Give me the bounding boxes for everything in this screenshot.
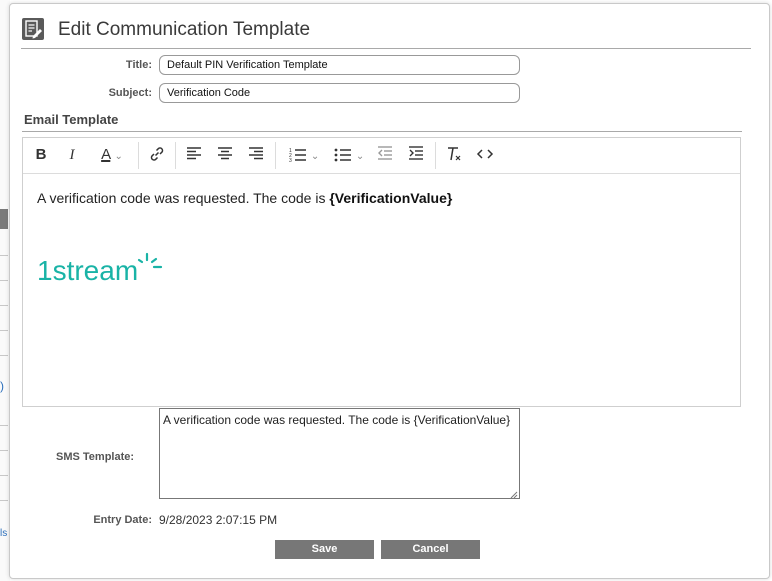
chevron-down-icon: ⌄	[114, 151, 123, 162]
toolbar-separator	[275, 142, 276, 169]
dialog-header: Edit Communication Template	[21, 14, 751, 49]
outdent-icon[interactable]	[376, 145, 394, 165]
background-row	[0, 355, 8, 356]
dialog-title: Edit Communication Template	[58, 19, 311, 40]
email-body-text[interactable]: A verification code was requested. The c…	[37, 190, 452, 206]
clear-format-icon[interactable]	[444, 145, 464, 165]
svg-text:3: 3	[289, 158, 292, 163]
background-row	[0, 330, 8, 331]
background-row	[0, 450, 8, 451]
subject-input[interactable]: Verification Code	[159, 83, 520, 103]
rich-text-editor: B I A ⌄ 123 ⌄ ⌄ A verification code was …	[22, 137, 741, 407]
title-label: Title:	[125, 59, 152, 71]
indent-icon[interactable]	[407, 145, 425, 165]
align-right-icon[interactable]	[247, 145, 265, 165]
background-row-selected	[0, 209, 8, 229]
background-row	[0, 475, 8, 476]
align-center-icon[interactable]	[216, 145, 234, 165]
subject-label: Subject:	[108, 87, 152, 99]
background-link-fragment: ls	[0, 528, 8, 539]
ordered-list-icon[interactable]: 123 ⌄	[285, 145, 323, 165]
align-left-icon[interactable]	[185, 145, 203, 165]
italic-icon[interactable]: I	[64, 145, 80, 165]
background-row	[0, 280, 8, 281]
chevron-down-icon: ⌄	[310, 151, 320, 162]
sms-template-label: SMS Template:	[56, 451, 135, 463]
svg-text:1stream: 1stream	[37, 255, 138, 286]
cancel-button[interactable]: Cancel	[381, 540, 480, 559]
editor-toolbar: B I A ⌄ 123 ⌄ ⌄	[23, 138, 740, 174]
background-row	[0, 500, 8, 501]
font-color-icon[interactable]: A ⌄	[93, 145, 131, 165]
toolbar-separator	[435, 142, 436, 169]
title-input[interactable]: Default PIN Verification Template	[159, 55, 520, 75]
1stream-logo: 1stream	[37, 251, 167, 292]
background-row	[0, 425, 8, 426]
save-button[interactable]: Save	[275, 540, 374, 559]
background-link-fragment: )	[0, 379, 4, 393]
sms-template-textarea[interactable]: A verification code was requested. The c…	[159, 408, 520, 499]
verification-variable: {VerificationValue}	[329, 190, 453, 206]
chevron-down-icon: ⌄	[355, 151, 365, 162]
edit-template-dialog: Edit Communication Template Title: Defau…	[9, 3, 770, 579]
toolbar-separator	[138, 142, 139, 169]
resize-handle-icon[interactable]	[509, 488, 518, 499]
section-divider	[22, 131, 742, 132]
background-row	[0, 255, 8, 256]
background-row	[0, 305, 8, 306]
bold-icon[interactable]: B	[33, 145, 49, 165]
entry-date-label: Entry Date:	[93, 514, 152, 526]
entry-date-value: 9/28/2023 2:07:15 PM	[159, 513, 278, 527]
source-code-icon[interactable]	[475, 145, 495, 165]
email-template-heading: Email Template	[24, 112, 119, 127]
link-icon[interactable]	[147, 145, 167, 165]
edit-document-icon	[22, 18, 44, 40]
toolbar-separator	[175, 142, 176, 169]
bullet-list-icon[interactable]: ⌄	[330, 145, 368, 165]
